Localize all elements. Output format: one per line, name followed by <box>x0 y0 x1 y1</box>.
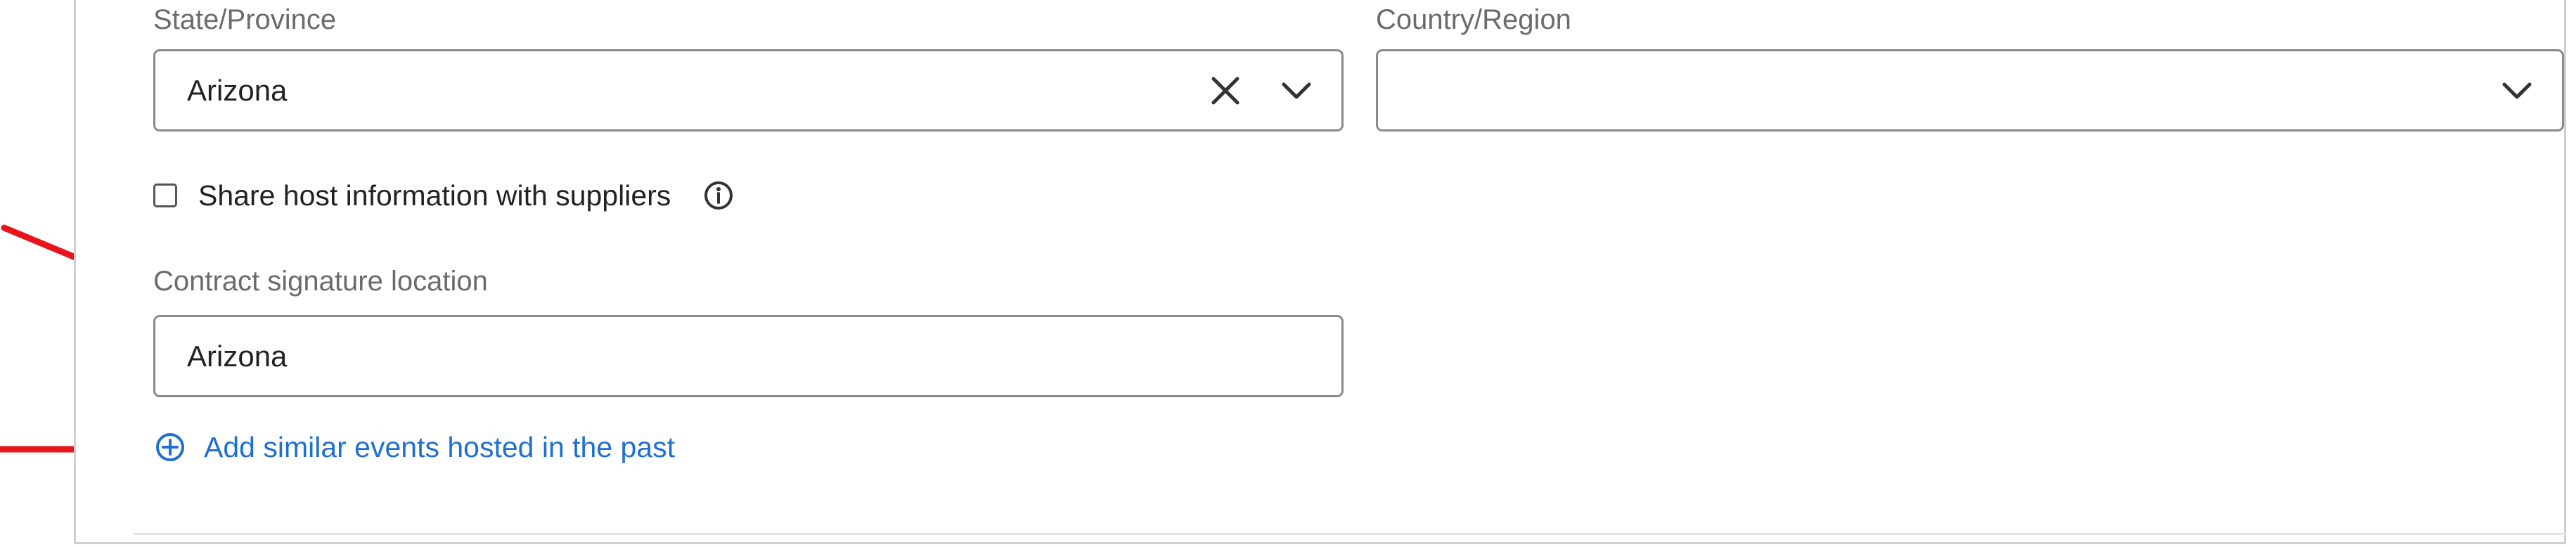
contract-signature-location-label: Contract signature location <box>153 266 488 297</box>
country-region-label: Country/Region <box>1376 4 1571 35</box>
screenshot-stage: State/Province Arizona Country/Region Sh… <box>0 0 2576 547</box>
contract-signature-location-input[interactable]: Arizona <box>153 315 1344 397</box>
share-host-checkbox[interactable] <box>153 184 177 207</box>
share-host-row: Share host information with suppliers <box>153 176 734 215</box>
contract-signature-location-value: Arizona <box>187 339 288 373</box>
add-similar-events-label[interactable]: Add similar events hosted in the past <box>204 431 675 464</box>
add-similar-events-link[interactable]: Add similar events hosted in the past <box>155 426 675 468</box>
country-region-select[interactable] <box>1376 49 2564 131</box>
state-province-label: State/Province <box>153 4 337 35</box>
chevron-down-icon[interactable] <box>2496 70 2538 112</box>
close-icon[interactable] <box>1204 70 1247 112</box>
section-divider <box>134 533 2566 535</box>
share-host-label[interactable]: Share host information with suppliers <box>198 179 671 212</box>
info-icon[interactable] <box>703 180 734 211</box>
state-province-value: Arizona <box>187 73 288 107</box>
plus-circle-icon <box>155 432 186 463</box>
state-province-select[interactable]: Arizona <box>153 49 1344 131</box>
chevron-down-icon[interactable] <box>1275 70 1318 112</box>
